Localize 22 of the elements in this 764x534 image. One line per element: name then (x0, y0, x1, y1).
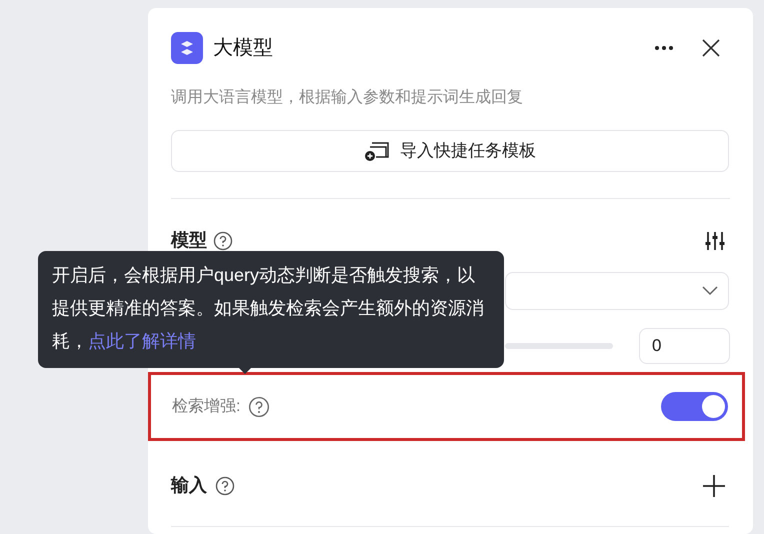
add-icon[interactable] (703, 474, 725, 496)
section-title: 输入 (171, 474, 207, 497)
toggle-switch[interactable] (661, 392, 728, 421)
import-template-button[interactable]: 导入快捷任务模板 (171, 130, 729, 172)
chevron-down-icon (702, 286, 718, 296)
number-input[interactable]: 0 (639, 328, 730, 364)
panel-title: 大模型 (213, 36, 273, 61)
section-title: 模型 (171, 229, 207, 252)
help-icon[interactable] (215, 476, 235, 496)
help-icon[interactable] (213, 230, 233, 250)
panel-description: 调用大语言模型，根据输入参数和提示词生成回复 (171, 88, 524, 108)
more-icon[interactable] (654, 45, 674, 51)
help-icon[interactable] (248, 396, 270, 418)
close-icon[interactable] (702, 39, 720, 57)
slider-track[interactable] (505, 343, 613, 349)
template-add-icon (364, 140, 390, 162)
app-logo-icon (171, 32, 203, 64)
settings-sliders-icon[interactable] (704, 230, 726, 252)
field-label: 检索增强: (172, 396, 240, 416)
model-select-field[interactable] (505, 272, 729, 310)
tooltip-text: 开启后，会根据用户query动态判断是否触发搜索，以提供更精准的答案。如果触发检索会产生额外的资源消耗，点此了解详情 (52, 264, 485, 353)
details-link[interactable]: 点此了解详情 (88, 331, 196, 351)
